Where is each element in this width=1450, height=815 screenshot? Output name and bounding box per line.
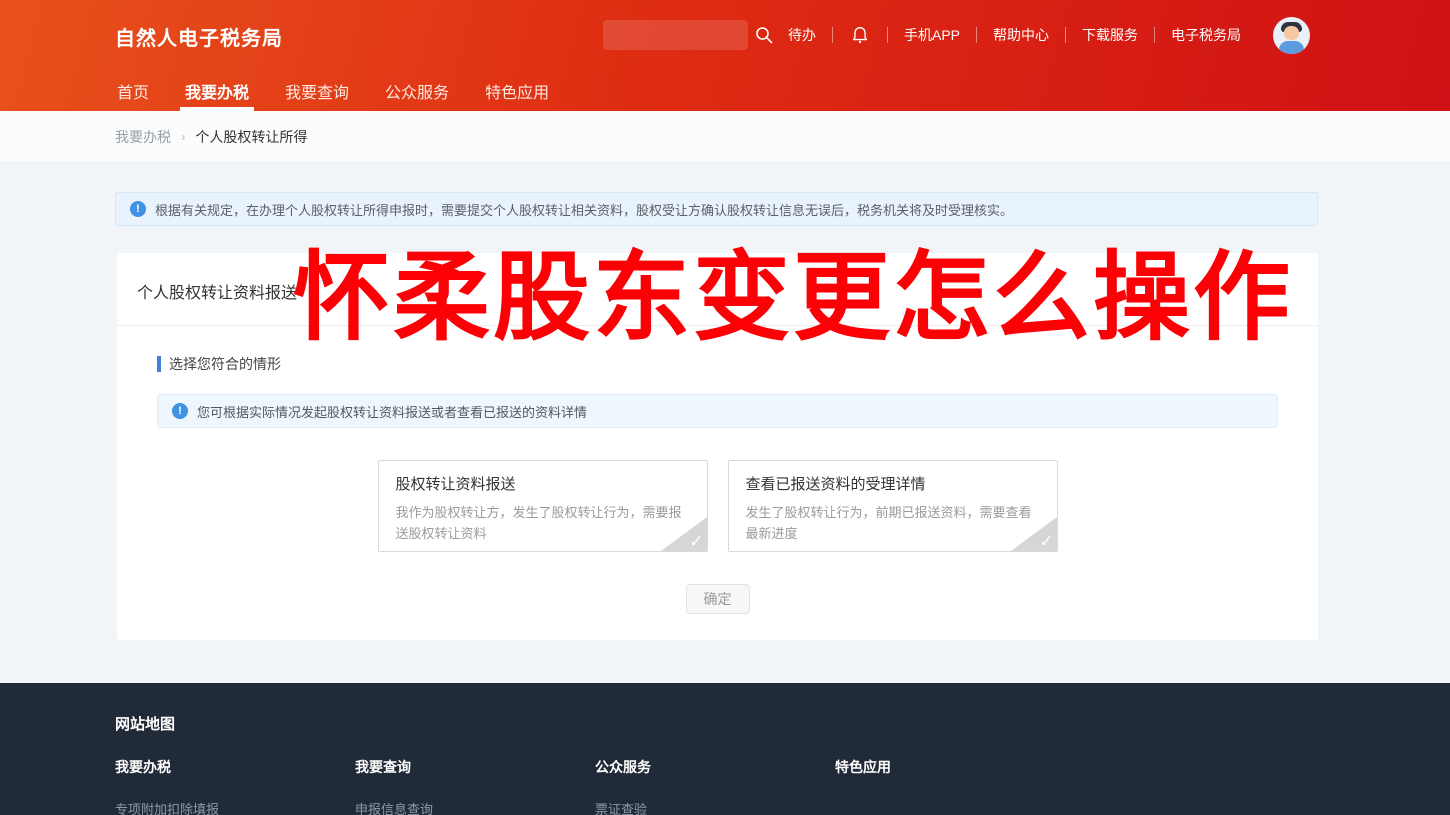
breadcrumb-parent[interactable]: 我要办税 bbox=[115, 127, 171, 147]
nav-featured-apps[interactable]: 特色应用 bbox=[483, 70, 551, 111]
main-card: 个人股权转让资料报送 选择您符合的情形 ! 您可根据实际情况发起股权转让资料报送… bbox=[117, 253, 1318, 640]
section-header: 选择您符合的情形 bbox=[157, 354, 1318, 374]
footer-col-query: 我要查询 申报信息查询 bbox=[355, 757, 433, 815]
confirm-button[interactable]: 确定 bbox=[685, 584, 750, 614]
etax-bureau-link[interactable]: 电子税务局 bbox=[1171, 25, 1241, 45]
info-icon: ! bbox=[130, 201, 146, 217]
check-icon: ✓ bbox=[1039, 532, 1054, 551]
app-header: 自然人电子税务局 待办 手机APP 帮助中心 下载服务 电子税务局 首页 我要办… bbox=[0, 0, 1450, 111]
footer-col-public-service: 公众服务 票证查验 bbox=[595, 757, 651, 815]
footer-col-tax-handling: 我要办税 专项附加扣除填报 bbox=[115, 757, 219, 815]
options-row: 股权转让资料报送 我作为股权转让方，发生了股权转让行为，需要报送股权转让资料 ✓… bbox=[117, 460, 1318, 552]
breadcrumb-bar: 我要办税 › 个人股权转让所得 bbox=[0, 111, 1450, 163]
nav-public-service[interactable]: 公众服务 bbox=[383, 70, 451, 111]
user-avatar[interactable] bbox=[1273, 17, 1310, 54]
help-center-link[interactable]: 帮助中心 bbox=[993, 25, 1049, 45]
breadcrumb: 我要办税 › 个人股权转让所得 bbox=[115, 127, 307, 147]
search-icon[interactable] bbox=[754, 25, 774, 45]
nav-tax-handling[interactable]: 我要办税 bbox=[180, 70, 255, 111]
search-input[interactable] bbox=[603, 20, 748, 50]
notification-bell-icon[interactable] bbox=[849, 23, 871, 47]
nav-query[interactable]: 我要查询 bbox=[283, 70, 351, 111]
site-footer: 网站地图 我要办税 专项附加扣除填报 我要查询 申报信息查询 公众服务 票证查验… bbox=[0, 683, 1450, 815]
section-title: 选择您符合的情形 bbox=[169, 356, 281, 372]
section-accent-bar bbox=[157, 356, 161, 372]
avatar-shirt bbox=[1279, 41, 1304, 54]
option-title: 股权转让资料报送 bbox=[395, 476, 516, 493]
todo-link[interactable]: 待办 bbox=[788, 25, 816, 45]
divider bbox=[1154, 27, 1156, 43]
footer-col-heading: 公众服务 bbox=[595, 759, 651, 775]
mobile-app-link[interactable]: 手机APP bbox=[904, 25, 960, 45]
footer-link[interactable]: 专项附加扣除填报 bbox=[115, 799, 219, 815]
divider bbox=[887, 27, 888, 43]
option-desc: 发生了股权转让行为，前期已报送资料，需要查看最新进度 bbox=[745, 505, 1032, 542]
download-service-link[interactable]: 下载服务 bbox=[1082, 25, 1138, 45]
footer-col-heading: 特色应用 bbox=[835, 759, 891, 775]
confirm-row: 确定 bbox=[117, 584, 1318, 614]
page-notice: ! 根据有关规定，在办理个人股权转让所得申报时，需要提交个人股权转让相关资料，股… bbox=[115, 192, 1318, 226]
divider bbox=[1065, 27, 1067, 43]
inner-notice: ! 您可根据实际情况发起股权转让资料报送或者查看已报送的资料详情 bbox=[157, 394, 1278, 428]
divider bbox=[832, 27, 833, 43]
option-card-view-progress[interactable]: 查看已报送资料的受理详情 发生了股权转让行为，前期已报送资料，需要查看最新进度 … bbox=[727, 460, 1058, 552]
avatar-face bbox=[1284, 26, 1299, 40]
main-nav: 首页 我要办税 我要查询 公众服务 特色应用 bbox=[115, 70, 551, 111]
sitemap-title: 网站地图 bbox=[115, 716, 176, 733]
footer-col-heading: 我要查询 bbox=[355, 759, 411, 775]
footer-link[interactable]: 申报信息查询 bbox=[355, 799, 433, 815]
footer-link[interactable]: 票证查验 bbox=[595, 799, 651, 815]
option-title: 查看已报送资料的受理详情 bbox=[745, 476, 926, 493]
header-quick-links: 待办 手机APP 帮助中心 下载服务 电子税务局 bbox=[788, 0, 1241, 70]
breadcrumb-current: 个人股权转让所得 bbox=[195, 128, 308, 145]
option-card-submit[interactable]: 股权转让资料报送 我作为股权转让方，发生了股权转让行为，需要报送股权转让资料 ✓ bbox=[377, 460, 708, 552]
inner-notice-text: 您可根据实际情况发起股权转让资料报送或者查看已报送的资料详情 bbox=[197, 404, 588, 420]
option-desc: 我作为股权转让方，发生了股权转让行为，需要报送股权转让资料 bbox=[395, 505, 682, 542]
divider bbox=[976, 27, 978, 43]
chevron-right-icon: › bbox=[181, 129, 186, 144]
check-icon: ✓ bbox=[689, 532, 704, 551]
notice-text: 根据有关规定，在办理个人股权转让所得申报时，需要提交个人股权转让相关资料，股权受… bbox=[155, 202, 1014, 218]
footer-col-featured-apps: 特色应用 bbox=[835, 757, 891, 799]
nav-home[interactable]: 首页 bbox=[115, 70, 151, 111]
footer-col-heading: 我要办税 bbox=[115, 759, 171, 775]
card-title: 个人股权转让资料报送 bbox=[117, 253, 1318, 326]
site-logo: 自然人电子税务局 bbox=[115, 28, 283, 50]
info-icon: ! bbox=[172, 403, 188, 419]
